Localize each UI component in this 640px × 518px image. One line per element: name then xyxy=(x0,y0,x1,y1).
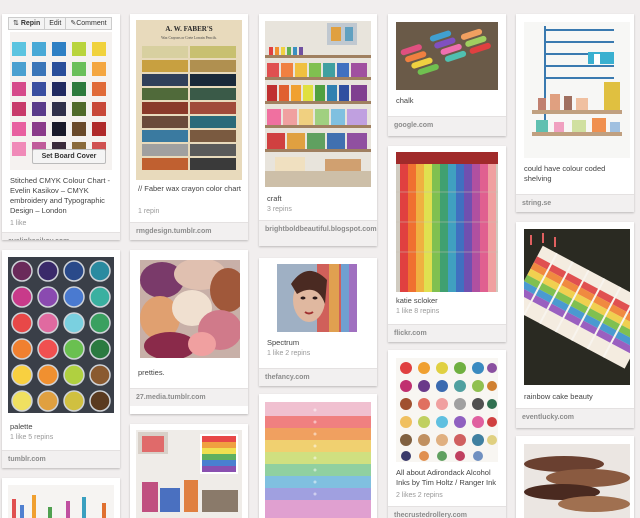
pin-card[interactable]: craft 3 repins brightboldbeautiful.blogs… xyxy=(259,14,377,246)
edit-button[interactable]: Edit xyxy=(45,18,67,29)
faber-brand: A. W. FABER'S xyxy=(165,25,212,33)
set-board-cover-button[interactable]: Set Board Cover xyxy=(32,149,106,164)
pin-card[interactable] xyxy=(130,424,248,518)
pin-source[interactable]: google.com xyxy=(388,116,506,136)
comment-button[interactable]: ✎Comment xyxy=(66,18,110,29)
pin-source[interactable]: thecrustedrollery.com xyxy=(388,506,506,518)
pin-description: could have colour coded shelving xyxy=(524,164,606,183)
pin-image[interactable] xyxy=(396,22,498,90)
pin-card[interactable] xyxy=(516,436,634,518)
pin-stats: 1 like 5 repins xyxy=(10,434,54,441)
pin-source[interactable]: rmgdesign.tumblr.com xyxy=(130,222,248,240)
pin-image[interactable] xyxy=(524,444,630,518)
pin-card[interactable]: could have colour coded shelving string.… xyxy=(516,14,634,212)
pin-source[interactable]: eventlucky.com xyxy=(516,408,634,428)
pin-stats: 1 like 2 repins xyxy=(267,350,311,357)
pin-stats: 3 repins xyxy=(267,206,292,213)
pin-image[interactable] xyxy=(265,402,371,518)
pin-description: // Faber wax crayon color chart xyxy=(138,184,241,193)
pin-description: rainbow cake beauty xyxy=(524,392,593,401)
pin-description: All about Adirondack Alcohol Inks by Tim… xyxy=(396,468,497,487)
pin-stats: 1 like xyxy=(10,220,27,227)
pin-card[interactable]: A. W. FABER'S Wax Crayons or Crete Lorra… xyxy=(130,14,248,240)
pin-image[interactable] xyxy=(396,358,498,462)
pin-image[interactable] xyxy=(277,264,357,332)
pin-image[interactable] xyxy=(265,21,371,187)
pin-image[interactable] xyxy=(140,260,240,358)
pin-source[interactable]: 27.media.tumblr.com xyxy=(130,388,248,406)
pin-card[interactable]: All about Adirondack Alcohol Inks by Tim… xyxy=(388,350,506,518)
pin-image[interactable] xyxy=(136,430,242,518)
pin-card[interactable] xyxy=(259,394,377,518)
pin-description: chalk xyxy=(396,96,414,105)
pin-image[interactable] xyxy=(524,229,630,385)
pin-card[interactable] xyxy=(2,478,120,518)
pin-image[interactable] xyxy=(396,152,498,292)
pin-card[interactable]: katie scloker 1 like 8 repins flickr.com xyxy=(388,146,506,342)
pin-source[interactable]: brightboldbeautiful.blogspot.com xyxy=(259,220,377,246)
pin-image[interactable]: A. W. FABER'S Wax Crayons or Crete Lorra… xyxy=(136,20,242,180)
pin-source[interactable]: string.se xyxy=(516,194,634,212)
pin-card[interactable]: Spectrum 1 like 2 repins thefancy.com xyxy=(259,258,377,386)
pin-description: palette xyxy=(10,422,33,431)
pin-description: Stitched CMYK Colour Chart - Evelin Kasi… xyxy=(10,176,111,215)
pin-stats: 2 likes 2 repins xyxy=(396,492,443,499)
faber-subtitle: Wax Crayons or Crete Lorrain Pencils. xyxy=(161,36,217,40)
pin-source[interactable]: thefancy.com xyxy=(259,368,377,386)
pin-stats: 1 like 8 repins xyxy=(396,308,440,315)
pin-description: craft xyxy=(267,194,282,203)
pin-description: Spectrum xyxy=(267,338,300,347)
pin-image[interactable] xyxy=(8,257,114,413)
pin-description: pretties. xyxy=(138,368,165,377)
pin-card[interactable]: rainbow cake beauty eventlucky.com xyxy=(516,222,634,428)
pin-image[interactable] xyxy=(524,22,630,158)
pin-description: katie scloker xyxy=(396,296,438,305)
pin-source[interactable]: flickr.com xyxy=(388,324,506,342)
pin-source[interactable]: tumblr.com xyxy=(2,450,120,468)
pin-source[interactable]: evelinkasikov.com xyxy=(2,232,120,240)
repin-button[interactable]: ⇅ Repin xyxy=(9,18,46,29)
pin-action-bar: ⇅ Repin Edit ✎Comment xyxy=(8,17,112,30)
pin-image[interactable] xyxy=(8,485,114,518)
pin-card[interactable]: pretties. 27.media.tumblr.com xyxy=(130,250,248,414)
pin-card[interactable]: ⇅ Repin Edit ✎Comment Set Board Cover St… xyxy=(2,14,120,240)
pin-stats: 1 repin xyxy=(138,208,160,215)
pin-card[interactable]: palette 1 like 5 repins tumblr.com xyxy=(2,250,120,468)
pin-card[interactable]: chalk google.com xyxy=(388,14,506,136)
